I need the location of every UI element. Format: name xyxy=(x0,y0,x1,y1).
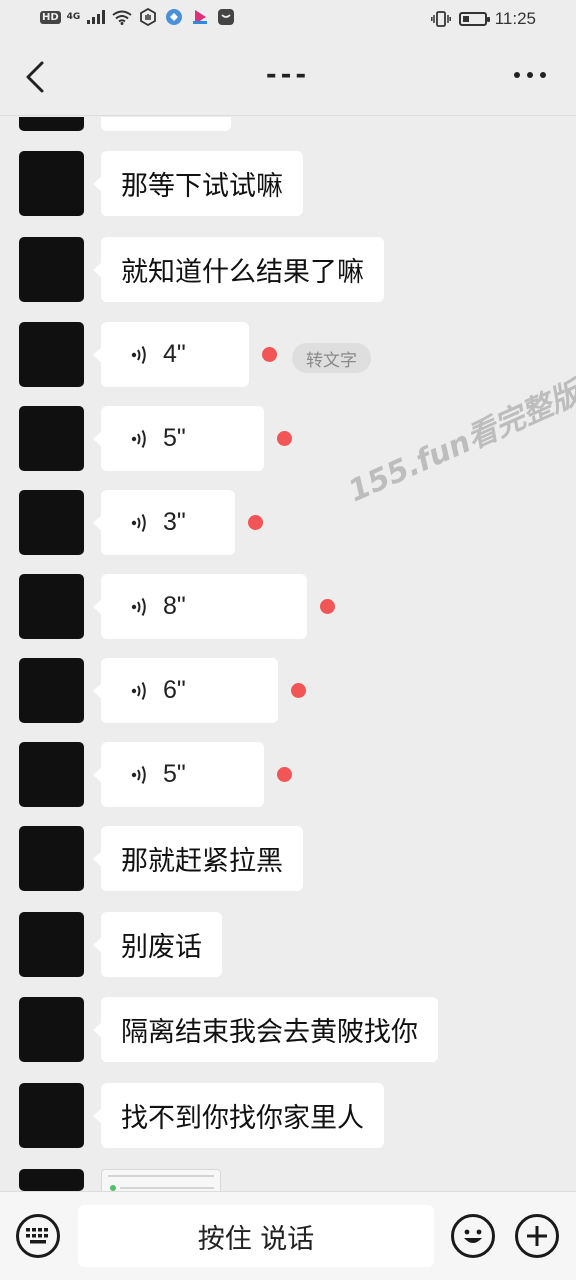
avatar[interactable] xyxy=(19,237,84,302)
app-notification-icon xyxy=(164,8,184,26)
video-app-icon xyxy=(190,8,210,26)
avatar[interactable] xyxy=(19,742,84,807)
voice-duration: 8" xyxy=(163,592,186,620)
voice-wave-icon xyxy=(131,345,146,364)
avatar[interactable] xyxy=(19,1169,84,1191)
chat-messages[interactable]: 那等下试试嘛 就知道什么结果了嘛 4" 转文字 5" 3" 8" 6" 5" 那… xyxy=(0,117,576,1191)
message-row: 就知道什么结果了嘛 xyxy=(0,237,576,303)
voice-bubble[interactable]: 6" xyxy=(93,658,278,723)
avatar[interactable] xyxy=(19,912,84,977)
status-bar: HD 4G 11:25 xyxy=(0,0,576,38)
voice-wave-icon xyxy=(131,429,146,448)
more-dots-icon xyxy=(514,72,520,78)
hold-to-talk-button[interactable]: 按住 说话 xyxy=(78,1205,434,1267)
avatar[interactable] xyxy=(19,574,84,639)
voice-wave-icon xyxy=(131,681,146,700)
message-row: 别废话 xyxy=(0,912,576,978)
network-type: 4G xyxy=(66,12,81,22)
emoji-button[interactable] xyxy=(451,1214,495,1258)
message-text: 就知道什么结果了嘛 xyxy=(121,257,364,288)
convert-to-text-button[interactable]: 转文字 xyxy=(292,343,371,373)
text-bubble[interactable]: 别废话 xyxy=(93,912,222,977)
avatar[interactable] xyxy=(19,322,84,387)
message-row: 隔离结束我会去黄陂找你 xyxy=(0,997,576,1063)
chat-header: --- xyxy=(0,38,576,116)
voice-duration: 5" xyxy=(163,424,186,452)
voice-wave-icon xyxy=(131,765,146,784)
message-row-partial xyxy=(0,117,576,131)
more-actions-button[interactable] xyxy=(515,1214,559,1258)
avatar[interactable] xyxy=(19,997,84,1062)
text-bubble[interactable]: 隔离结束我会去黄陂找你 xyxy=(93,997,438,1062)
more-options-button[interactable] xyxy=(514,72,546,78)
avatar[interactable] xyxy=(19,117,84,131)
message-row: 5" xyxy=(0,742,576,808)
voice-duration: 6" xyxy=(163,676,186,704)
text-bubble[interactable]: 找不到你找你家里人 xyxy=(93,1083,384,1148)
signal-icon xyxy=(86,8,106,26)
message-row-partial xyxy=(0,1169,576,1191)
battery-fill xyxy=(462,16,469,22)
message-text: 那就赶紧拉黑 xyxy=(121,846,283,877)
image-message-thumbnail[interactable] xyxy=(101,1169,221,1191)
message-text: 别废话 xyxy=(121,932,202,963)
message-row: 那等下试试嘛 xyxy=(0,151,576,217)
avatar[interactable] xyxy=(19,490,84,555)
mail-app-icon xyxy=(216,8,236,26)
message-row: 8" xyxy=(0,574,576,640)
message-row: 4" 转文字 xyxy=(0,322,576,388)
unread-dot xyxy=(277,431,292,446)
keyboard-icon xyxy=(26,1228,48,1244)
unread-dot xyxy=(320,599,335,614)
avatar[interactable] xyxy=(19,826,84,891)
voice-wave-icon xyxy=(131,597,146,616)
voice-bubble[interactable]: 4" xyxy=(93,322,249,387)
hand-icon xyxy=(138,8,158,26)
smiley-icon xyxy=(464,1229,482,1243)
message-bubble[interactable] xyxy=(101,117,231,131)
clock: 11:25 xyxy=(494,9,536,28)
message-text: 找不到你找你家里人 xyxy=(121,1103,364,1134)
keyboard-toggle-button[interactable] xyxy=(16,1214,60,1258)
unread-dot xyxy=(248,515,263,530)
message-row: 6" xyxy=(0,658,576,724)
unread-dot xyxy=(291,683,306,698)
voice-duration: 3" xyxy=(163,508,186,536)
message-text: 隔离结束我会去黄陂找你 xyxy=(121,1017,418,1048)
chat-title: --- xyxy=(265,60,311,90)
unread-dot xyxy=(277,767,292,782)
avatar[interactable] xyxy=(19,1083,84,1148)
unread-dot xyxy=(262,347,277,362)
message-row: 那就赶紧拉黑 xyxy=(0,826,576,892)
voice-bubble[interactable]: 3" xyxy=(93,490,235,555)
wifi-icon xyxy=(112,8,132,26)
voice-bubble[interactable]: 8" xyxy=(93,574,307,639)
input-bar: 按住 说话 xyxy=(0,1191,576,1280)
text-bubble[interactable]: 就知道什么结果了嘛 xyxy=(93,237,384,302)
message-row: 找不到你找你家里人 xyxy=(0,1083,576,1149)
avatar[interactable] xyxy=(19,658,84,723)
text-bubble[interactable]: 那等下试试嘛 xyxy=(93,151,303,216)
avatar[interactable] xyxy=(19,151,84,216)
message-text: 那等下试试嘛 xyxy=(121,171,283,202)
hd-badge: HD xyxy=(40,10,61,24)
voice-duration: 4" xyxy=(163,340,186,368)
voice-bubble[interactable]: 5" xyxy=(93,742,264,807)
voice-bubble[interactable]: 5" xyxy=(93,406,264,471)
voice-duration: 5" xyxy=(163,760,186,788)
battery-icon xyxy=(458,12,490,26)
voice-wave-icon xyxy=(131,513,146,532)
text-bubble[interactable]: 那就赶紧拉黑 xyxy=(93,826,303,891)
message-row: 3" xyxy=(0,490,576,556)
avatar[interactable] xyxy=(19,406,84,471)
plus-icon xyxy=(527,1226,547,1246)
vibrate-icon xyxy=(430,10,451,28)
